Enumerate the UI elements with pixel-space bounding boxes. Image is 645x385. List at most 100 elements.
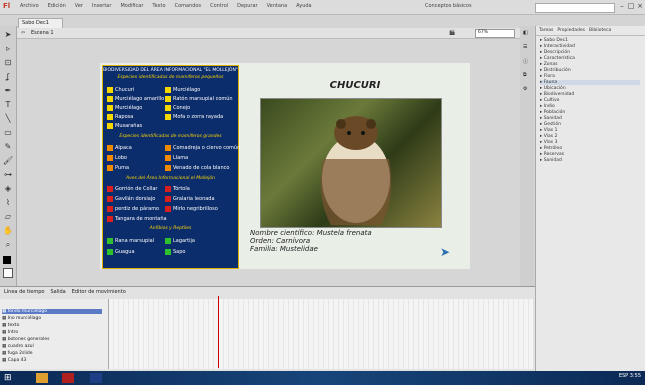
menu-texto[interactable]: Texto (152, 3, 165, 9)
zoom-tool-icon[interactable]: ⌕ (3, 240, 13, 250)
library-item[interactable]: ▸ Sanidad (540, 158, 562, 163)
species-item[interactable]: Puma (107, 165, 129, 171)
species-item[interactable]: Gavilán dorsiajo (107, 196, 155, 202)
layer-row-selected[interactable]: ▦ fondo murciélago (2, 309, 102, 314)
menu-ver[interactable]: Ver (75, 3, 83, 9)
eraser-icon[interactable]: ▱ (3, 212, 13, 222)
species-item[interactable]: Guagua (107, 249, 135, 255)
library-item-selected[interactable]: ▸ Fauna (540, 80, 640, 85)
tab-biblioteca[interactable]: Biblioteca (589, 28, 611, 33)
layer-row[interactable]: ▦ texto (2, 323, 19, 328)
playhead[interactable] (218, 296, 219, 368)
species-item[interactable]: Mirlo negribrilloso (165, 206, 218, 212)
back-arrow-icon[interactable]: ⇦ (21, 30, 25, 36)
library-item[interactable]: ▸ Cultivo (540, 98, 559, 103)
species-item[interactable]: Gralaria leonada (165, 196, 215, 202)
search-input[interactable] (535, 3, 615, 13)
species-item[interactable]: Alpaca (107, 145, 132, 151)
text-tool-icon[interactable]: T (3, 100, 13, 110)
transform-tool-icon[interactable]: ⊡ (3, 58, 13, 68)
tab-propiedades[interactable]: Propiedades (557, 28, 585, 33)
library-item[interactable]: ▸ Descripción (540, 50, 570, 55)
next-arrow-icon[interactable]: ➤ (440, 245, 450, 259)
rectangle-tool-icon[interactable]: ▭ (3, 128, 13, 138)
hand-tool-icon[interactable]: ✋ (3, 226, 13, 236)
layer-row[interactable]: ▦ fuga 2slide (2, 351, 33, 356)
species-item[interactable]: Lobo (107, 155, 127, 161)
species-item[interactable]: Chucuri (107, 87, 134, 93)
tab-motion-editor[interactable]: Editor de movimiento (72, 289, 126, 295)
layer-row[interactable]: ▦ botones generales (2, 337, 49, 342)
species-item[interactable]: Ratón marsupial común (165, 96, 233, 102)
species-item[interactable]: Sapo (165, 249, 185, 255)
library-item[interactable]: ▸ Población (540, 110, 565, 115)
library-item[interactable]: ▸ Vías 2 (540, 134, 557, 139)
library-item[interactable]: ▸ Característica (540, 56, 575, 61)
species-item[interactable]: Musarañas (107, 123, 142, 129)
library-item[interactable]: ▸ Flora (540, 74, 555, 79)
species-item[interactable]: Murciélago amarillo (107, 96, 164, 102)
eyedropper-icon[interactable]: ⌇ (3, 198, 13, 208)
layer-row[interactable]: ▦ Capa 43 (2, 358, 26, 363)
species-item[interactable]: Mofa o zorra rayada (165, 114, 223, 120)
tab-timeline[interactable]: Línea de tiempo (4, 289, 44, 295)
species-item[interactable]: Murciélago (165, 87, 200, 93)
maximize-icon[interactable]: □ (627, 2, 635, 10)
menu-archivo[interactable]: Archivo (20, 3, 39, 9)
species-item[interactable]: Tangara de montaña (107, 216, 167, 222)
frame-grid[interactable] (109, 299, 533, 369)
library-item[interactable]: ▸ Indio (540, 104, 555, 109)
paint-bucket-icon[interactable]: ◈ (3, 184, 13, 194)
library-item[interactable]: ▸ Distribución (540, 68, 571, 73)
start-icon[interactable]: ⊞ (4, 373, 16, 383)
species-item[interactable]: perdiz de páramo (107, 206, 159, 212)
library-item[interactable]: ▸ Sanidad (540, 116, 562, 121)
species-item[interactable]: Comadreja o ciervo común (165, 145, 240, 151)
menu-control[interactable]: Control (210, 3, 228, 9)
tab-output[interactable]: Salida (50, 289, 65, 295)
workspace-switcher[interactable]: Conceptos básicos (425, 3, 472, 9)
library-item[interactable]: ▸ Reservas (540, 152, 564, 157)
tab-tareas[interactable]: Tareas (539, 28, 553, 33)
species-item[interactable]: Llama (165, 155, 188, 161)
library-item[interactable]: ▸ Ubicación (540, 86, 566, 91)
explorer-taskbar-icon[interactable] (36, 373, 48, 383)
transform-icon[interactable]: ⧉ (523, 72, 527, 78)
subselection-tool-icon[interactable]: ▹ (3, 44, 13, 54)
species-item[interactable]: Venado de cola blanco (165, 165, 229, 171)
library-item[interactable]: ▸ Vías 1 (540, 128, 557, 133)
brush-tool-icon[interactable]: 🖌 (3, 156, 13, 166)
library-item[interactable]: ▸ Vías 3 (540, 140, 557, 145)
pencil-tool-icon[interactable]: ✎ (3, 142, 13, 152)
species-item[interactable]: Rana marsupial (107, 238, 154, 244)
close-icon[interactable]: × (636, 2, 644, 10)
species-item[interactable]: Murciélago (107, 105, 142, 111)
library-item[interactable]: ▸ Biodiversidad (540, 92, 574, 97)
menu-modificar[interactable]: Modificar (120, 3, 143, 9)
swatches-icon[interactable]: ◧ (523, 30, 528, 36)
zoom-select[interactable]: 67% (475, 29, 515, 38)
library-item[interactable]: ▸ Interactividad (540, 44, 575, 49)
minimize-icon[interactable]: – (618, 2, 626, 10)
library-item[interactable]: ▸ Petróleo (540, 146, 562, 151)
species-item[interactable]: Lagartija (165, 238, 195, 244)
edit-scene-icon[interactable]: 🎬 (449, 30, 455, 36)
layer-row[interactable]: ▦ Ino murciélago (2, 316, 41, 321)
selection-tool-icon[interactable]: ➤ (3, 30, 13, 40)
bone-tool-icon[interactable]: ⊶ (3, 170, 13, 180)
library-item[interactable]: ▸ Gestión (540, 122, 561, 127)
lasso-tool-icon[interactable]: ʆ (3, 72, 13, 82)
fill-color-icon[interactable] (3, 268, 13, 278)
menu-edicion[interactable]: Edición (48, 3, 66, 9)
menu-ventana[interactable]: Ventana (267, 3, 288, 9)
info-icon[interactable]: ⓘ (523, 58, 528, 65)
library-item[interactable]: ▸ Sabo Dec1 (540, 38, 568, 43)
library-item[interactable]: ▸ Zonas (540, 62, 558, 67)
components-icon[interactable]: ⚙ (523, 86, 527, 92)
species-item[interactable]: Conejo (165, 105, 190, 111)
species-item[interactable]: Tórtola (165, 186, 190, 192)
pen-tool-icon[interactable]: ✒ (3, 86, 13, 96)
menu-ayuda[interactable]: Ayuda (296, 3, 311, 9)
menu-comandos[interactable]: Comandos (175, 3, 202, 9)
line-tool-icon[interactable]: ╲ (3, 114, 13, 124)
